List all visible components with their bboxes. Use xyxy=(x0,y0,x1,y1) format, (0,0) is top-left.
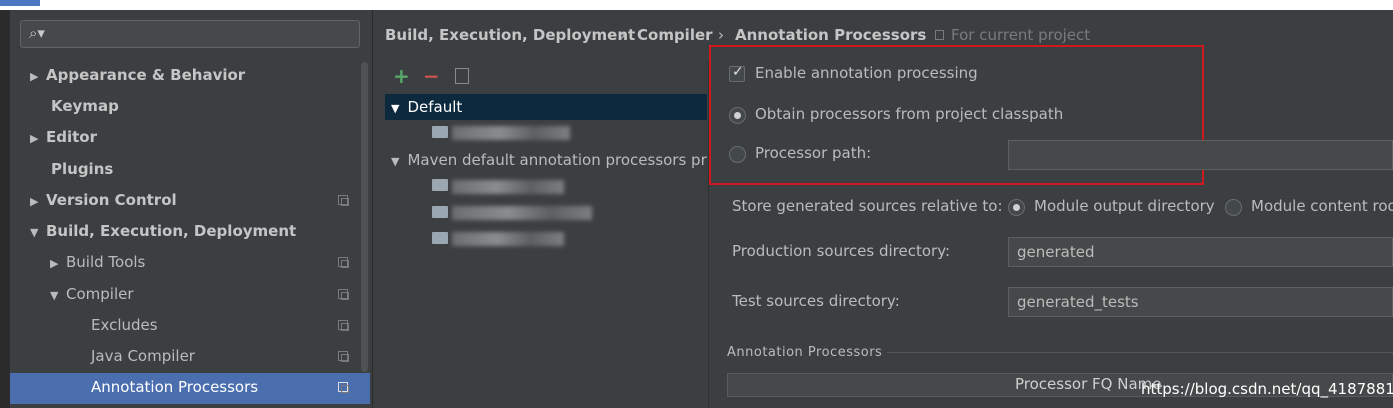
collapse-arrow-icon[interactable]: ▼ xyxy=(30,220,46,246)
project-scope-icon xyxy=(338,320,349,331)
tree-item-label: Keymap xyxy=(51,97,119,115)
profile-label: Maven default annotation processors prof… xyxy=(407,151,707,169)
tree-item-label: Plugins xyxy=(51,160,114,178)
tree-item-version-control[interactable]: ▶ Version Control xyxy=(10,187,360,213)
test-sources-label: Test sources directory: xyxy=(732,292,900,310)
tree-item-appearance[interactable]: ▶ Appearance & Behavior xyxy=(10,62,360,88)
processor-path-radio[interactable] xyxy=(729,146,746,163)
tree-item-build-tools[interactable]: ▶ Build Tools xyxy=(10,249,360,275)
tree-item-compiler[interactable]: ▼ Compiler xyxy=(10,281,360,307)
expand-arrow-icon[interactable]: ▶ xyxy=(50,251,66,277)
enable-annotation-processing-label: Enable annotation processing xyxy=(755,64,978,82)
expand-arrow-icon[interactable]: ▶ xyxy=(30,189,46,215)
checkmark-icon: ✓ xyxy=(732,64,744,80)
project-scope-icon xyxy=(338,289,349,300)
collapse-arrow-icon[interactable]: ▼ xyxy=(391,102,399,115)
obtain-from-classpath-radio[interactable] xyxy=(729,107,746,124)
project-scope-icon xyxy=(338,351,349,362)
module-content-root-radio[interactable] xyxy=(1225,199,1242,216)
watermark-text: https://blog.csdn.net/qq_41878811 xyxy=(1141,380,1393,398)
section-divider xyxy=(887,352,1393,353)
production-sources-input[interactable]: generated xyxy=(1008,237,1393,267)
enable-annotation-processing-checkbox[interactable]: ✓ xyxy=(729,64,745,82)
breadcrumb-separator: › xyxy=(620,26,626,44)
window-title-bar-fragment xyxy=(0,0,40,6)
tree-item-label: Version Control xyxy=(46,191,177,209)
obtain-from-classpath-label: Obtain processors from project classpath xyxy=(755,105,1064,123)
module-folder-icon xyxy=(432,179,448,191)
settings-search-input[interactable]: ⌕▾ xyxy=(20,20,360,48)
module-content-root-label: Module content root xyxy=(1251,197,1393,215)
module-folder-icon xyxy=(432,126,448,138)
production-sources-label: Production sources directory: xyxy=(732,242,951,260)
project-scope-icon xyxy=(338,257,349,268)
expand-arrow-icon[interactable]: ▶ xyxy=(30,64,46,90)
project-scope-icon xyxy=(338,195,349,206)
tree-item-annotation-processors[interactable]: Annotation Processors xyxy=(10,373,370,404)
tree-item-keymap[interactable]: Keymap xyxy=(10,93,360,119)
module-output-directory-radio[interactable] xyxy=(1008,199,1025,216)
tree-item-label: Annotation Processors xyxy=(91,378,259,396)
tree-item-editor[interactable]: ▶ Editor xyxy=(10,124,360,150)
redacted-module-name xyxy=(452,232,564,246)
search-icon: ⌕▾ xyxy=(29,24,45,42)
collapse-arrow-icon[interactable]: ▼ xyxy=(391,155,399,168)
test-sources-input[interactable]: generated_tests xyxy=(1008,287,1393,317)
tree-item-label: Appearance & Behavior xyxy=(46,66,246,84)
breadcrumb-compiler[interactable]: Compiler xyxy=(637,22,713,48)
tree-item-build-execution-deployment[interactable]: ▼ Build, Execution, Deployment xyxy=(10,218,360,244)
tree-scrollbar[interactable] xyxy=(361,62,368,372)
collapse-arrow-icon[interactable]: ▼ xyxy=(50,283,66,309)
tree-item-label: Excludes xyxy=(91,316,158,334)
tree-item-label: Java Compiler xyxy=(91,347,195,365)
breadcrumb-build[interactable]: Build, Execution, Deployment xyxy=(385,22,635,48)
redacted-module-name xyxy=(452,126,570,140)
module-folder-icon xyxy=(432,232,448,244)
profile-label: Default xyxy=(407,98,463,116)
remove-profile-button[interactable]: − xyxy=(423,64,440,88)
processor-path-label: Processor path: xyxy=(755,144,872,162)
tree-item-excludes[interactable]: Excludes xyxy=(10,312,360,338)
tree-item-label: Build, Execution, Deployment xyxy=(46,222,297,240)
module-output-directory-label: Module output directory xyxy=(1034,197,1215,215)
tree-item-java-compiler[interactable]: Java Compiler xyxy=(10,343,360,369)
project-scope-icon xyxy=(935,30,944,40)
redacted-module-name xyxy=(452,180,564,194)
processor-path-input[interactable] xyxy=(1008,140,1393,170)
redacted-module-name xyxy=(452,206,592,220)
tree-item-label: Compiler xyxy=(66,285,134,303)
store-generated-label: Store generated sources relative to: xyxy=(732,197,1003,215)
expand-arrow-icon[interactable]: ▶ xyxy=(30,126,46,152)
add-profile-button[interactable]: + xyxy=(393,64,410,88)
window-top-strip xyxy=(0,0,1393,10)
profile-maven-default[interactable]: ▼ Maven default annotation processors pro… xyxy=(385,147,707,173)
background-editor-slice xyxy=(0,10,10,408)
move-to-icon[interactable] xyxy=(455,68,469,84)
project-scope-icon xyxy=(338,382,349,393)
processor-fq-name-column[interactable]: Processor FQ Name xyxy=(1015,375,1161,393)
tree-item-plugins[interactable]: Plugins xyxy=(10,156,360,182)
profile-default[interactable]: ▼ Default xyxy=(385,94,707,120)
tree-item-label: Build Tools xyxy=(66,253,146,271)
module-folder-icon xyxy=(432,206,448,218)
annotation-processors-section-title: Annotation Processors xyxy=(727,345,883,360)
tree-item-label: Editor xyxy=(46,128,97,146)
